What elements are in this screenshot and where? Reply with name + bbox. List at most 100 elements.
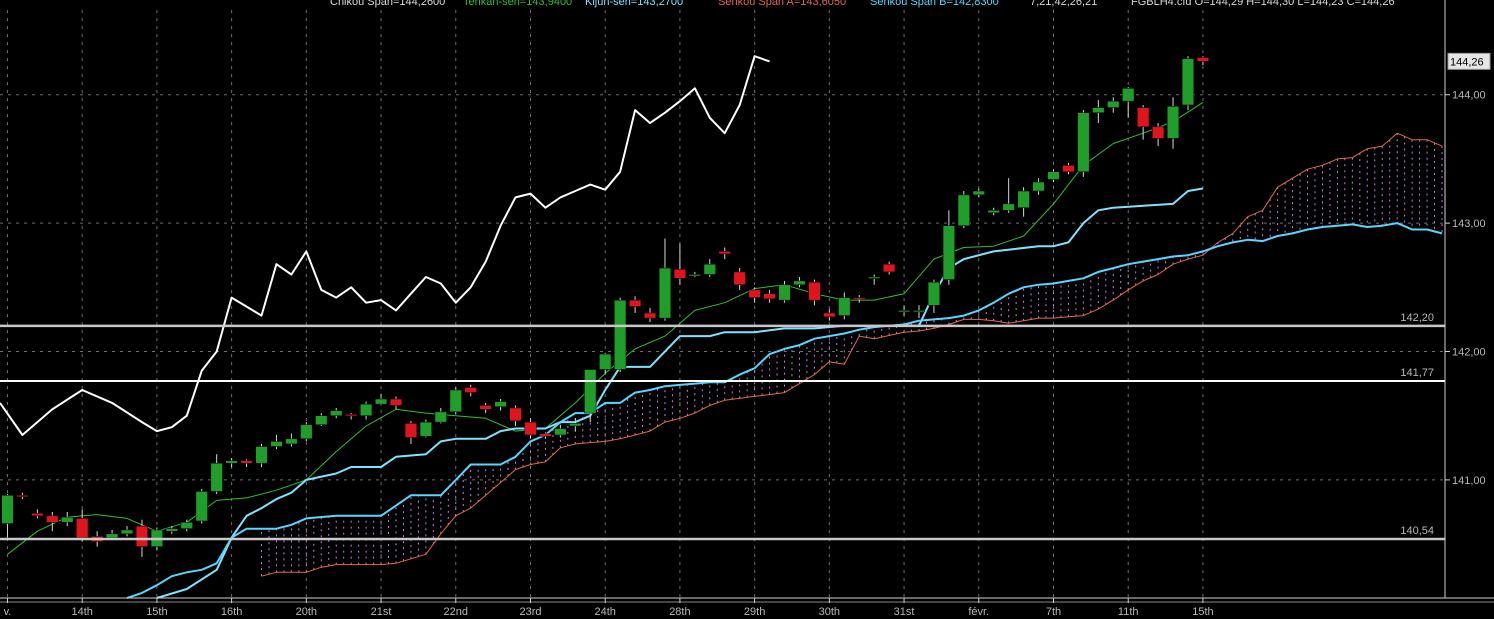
bear-candle (643, 312, 657, 319)
bear-candle (1196, 57, 1209, 62)
time-tick-label: 23rd (519, 606, 541, 618)
bear-candle (389, 398, 403, 406)
bull-candle (61, 516, 74, 523)
bull-candle (1122, 88, 1135, 102)
bear-candle (883, 263, 896, 273)
bull-candle (957, 194, 970, 226)
bull-candle (315, 415, 328, 425)
bear-candle (46, 515, 59, 523)
bull-candle (658, 267, 672, 319)
bull-candle (778, 284, 791, 301)
bear-candle (76, 518, 89, 538)
time-tick-label: 28th (669, 606, 690, 618)
price-tick-label: 144,00 (1452, 90, 1486, 102)
bear-candle (479, 405, 492, 410)
bear-candle (748, 289, 761, 298)
bear-candle (464, 387, 477, 393)
bull-candle (897, 310, 911, 313)
price-tick-label: 143,00 (1452, 218, 1486, 230)
chart-background (0, 0, 1494, 619)
bull-candle (703, 263, 716, 275)
bull-candle (793, 280, 806, 285)
bull-candle (1092, 107, 1105, 113)
bull-candle (1032, 181, 1045, 192)
bear-candle (808, 281, 821, 301)
time-tick-label: 22nd (444, 606, 468, 618)
bear-candle (1137, 107, 1150, 128)
params-readout: 7,21,42,26,21 (1030, 0, 1098, 8)
bear-candle (1152, 126, 1165, 139)
bull-candle (105, 533, 119, 538)
time-tick-label: 29th (744, 606, 765, 618)
tenkan-readout: Tenkan-sen=143,9400 (463, 0, 573, 8)
current-price-label: 144,26 (1450, 56, 1484, 68)
senkou-a-readout: Senkou Span A=143,6050 (718, 0, 847, 8)
bull-candle (300, 424, 313, 440)
bull-candle (270, 441, 283, 447)
bull-candle (569, 423, 582, 427)
bull-candle (210, 462, 223, 492)
bull-candle (374, 398, 388, 405)
chikou-readout: Chikou Span=144,2600 (330, 0, 446, 8)
time-tick-label: 7th (1046, 606, 1061, 618)
bull-candle (1017, 190, 1030, 208)
bear-candle (509, 407, 522, 422)
bull-candle (120, 529, 134, 535)
bull-candle (225, 460, 238, 464)
bull-candle (1181, 58, 1195, 106)
bear-candle (539, 433, 552, 437)
reference-line-label: 140,54 (1400, 525, 1434, 537)
time-tick-label: 30th (819, 606, 840, 618)
bear-candle (673, 269, 686, 279)
bull-candle (599, 353, 612, 370)
bull-candle (434, 411, 447, 423)
price-tick-label: 142,00 (1452, 347, 1486, 359)
time-tick-label: 24th (594, 606, 615, 618)
bull-candle (987, 210, 1000, 214)
bull-candle (1002, 203, 1015, 211)
ichimoku-chart[interactable]: 142,20 141,77 140,54 141,00 142,00 143,00 144… (0, 0, 1494, 619)
bull-candle (1077, 112, 1090, 173)
bull-candle (285, 438, 298, 445)
bull-candle (255, 446, 268, 464)
time-tick-label: 14th (71, 606, 92, 618)
bull-candle (330, 410, 343, 416)
bear-candle (404, 423, 418, 438)
bull-candle (449, 389, 462, 413)
bull-candle (972, 190, 985, 196)
kijun-readout: Kijun-sen=143,2700 (585, 0, 684, 8)
bear-candle (629, 299, 642, 307)
time-tick-label: 15th (1192, 606, 1213, 618)
bull-candle (1107, 100, 1120, 108)
bear-candle (345, 414, 358, 417)
time-tick-label: 20th (296, 606, 317, 618)
bear-candle (733, 271, 746, 285)
bull-candle (1166, 106, 1180, 139)
bull-candle (1047, 171, 1060, 180)
bull-candle (614, 299, 627, 370)
bull-candle (927, 281, 941, 306)
time-tick-label: 21st (371, 606, 392, 618)
bull-candle (942, 225, 955, 280)
bear-candle (524, 421, 537, 436)
bull-candle (688, 274, 701, 277)
time-tick-label: 11th (1118, 606, 1139, 618)
bear-candle (240, 460, 253, 464)
time-tick-label: 16th (221, 606, 242, 618)
indicator-header: Chikou Span=144,2600 Tenkan-sen=143,9400… (0, 0, 1494, 10)
bull-candle (584, 369, 597, 414)
bull-candle (838, 297, 851, 316)
bull-candle (494, 401, 507, 407)
time-tick-label: 15th (146, 606, 167, 618)
reference-line-label: 142,20 (1400, 312, 1434, 324)
bear-candle (31, 513, 44, 517)
bear-candle (718, 251, 731, 255)
bear-candle (1062, 165, 1075, 173)
bear-candle (853, 297, 866, 300)
time-tick-label: 31st (894, 606, 915, 618)
bull-candle (868, 276, 881, 279)
bull-candle (195, 491, 208, 522)
bull-candle (165, 528, 178, 532)
bear-candle (763, 293, 776, 300)
bull-candle (419, 421, 432, 437)
